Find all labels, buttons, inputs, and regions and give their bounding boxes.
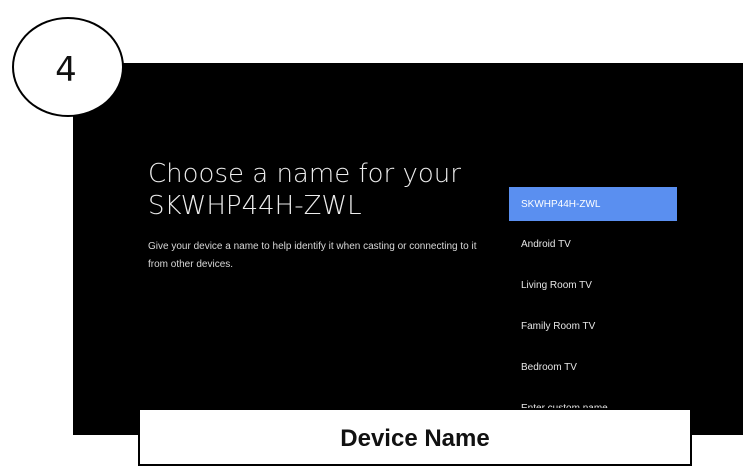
name-option-label: Living Room TV [521,280,592,291]
name-option-living-room-tv[interactable]: Living Room TV [509,265,677,306]
page-description: Give your device a name to help identify… [148,241,477,270]
name-option-label: Android TV [521,239,571,250]
name-option-label: Family Room TV [521,321,596,332]
tutorial-frame: 4 Choose a name for your SKWHP44H-ZWL Gi… [0,0,743,469]
name-option-android-tv[interactable]: Android TV [509,224,677,265]
name-option-skwhp44h-zwl[interactable]: SKWHP44H-ZWL [509,187,677,221]
name-option-family-room-tv[interactable]: Family Room TV [509,306,677,347]
page-title: Choose a name for your SKWHP44H-ZWL [148,159,461,221]
caption-label: Device Name [340,425,490,452]
tv-screen: Choose a name for your SKWHP44H-ZWL Give… [73,63,743,435]
step-number-badge: 4 [12,17,124,117]
name-option-label: Bedroom TV [521,362,577,373]
caption-box: Device Name [138,408,692,466]
name-option-bedroom-tv[interactable]: Bedroom TV [509,347,677,388]
name-option-label: SKWHP44H-ZWL [521,198,601,210]
step-number: 4 [55,50,77,90]
device-name-list: SKWHP44H-ZWL Android TV Living Room TV F… [509,187,677,429]
